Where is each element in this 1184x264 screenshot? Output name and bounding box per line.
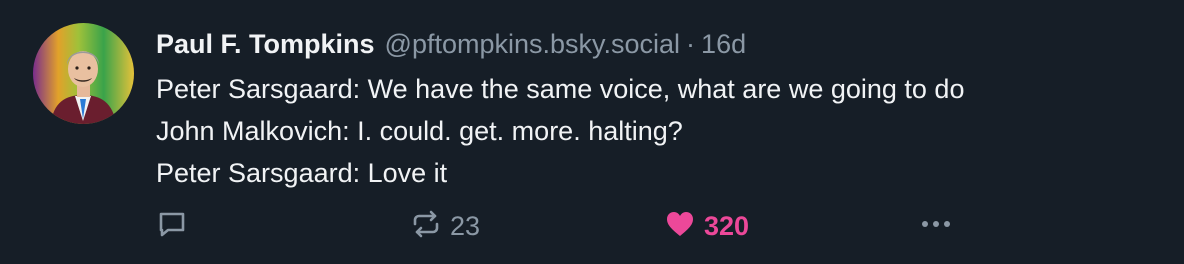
post-header: Paul F. Tompkins @pftompkins.bsky.social… (156, 24, 746, 64)
author-name[interactable]: Paul F. Tompkins (156, 24, 375, 64)
header-separator: · (686, 29, 696, 59)
repost-button[interactable]: 23 (410, 206, 480, 246)
post-text: Peter Sarsgaard: We have the same voice,… (156, 68, 1166, 194)
post-text-line: John Malkovich: I. could. get. more. hal… (156, 116, 683, 146)
post-text-line: Peter Sarsgaard: We have the same voice,… (156, 74, 965, 104)
author-handle[interactable]: @pftompkins.bsky.social (385, 24, 681, 64)
post-text-line: Peter Sarsgaard: Love it (156, 158, 448, 188)
post-actions: 23 320 (156, 206, 976, 246)
reply-button[interactable] (156, 206, 188, 246)
avatar[interactable] (33, 23, 134, 124)
heart-icon (664, 208, 696, 245)
like-button[interactable]: 320 (664, 206, 749, 246)
more-options-button[interactable] (918, 206, 954, 246)
repost-arrows-icon (410, 208, 442, 245)
post-card[interactable]: Paul F. Tompkins @pftompkins.bsky.social… (0, 0, 1184, 264)
speech-bubble-icon (156, 208, 188, 245)
repost-count: 23 (450, 210, 481, 241)
ellipsis-icon (918, 208, 954, 245)
like-count: 320 (704, 210, 750, 241)
post-timestamp[interactable]: 16d (701, 24, 746, 64)
